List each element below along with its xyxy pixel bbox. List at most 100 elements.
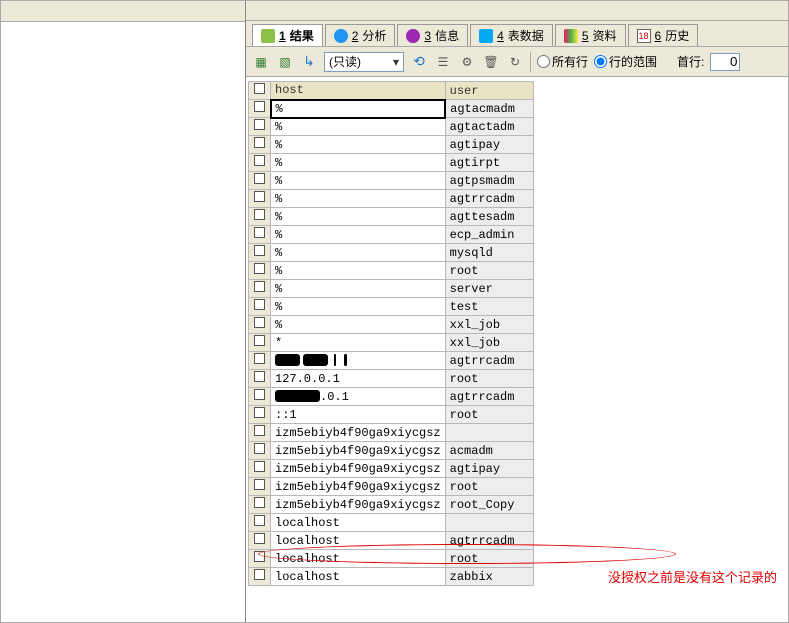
cell-user[interactable]: xxl_job [445,334,533,352]
cell-user[interactable]: agtrrcadm [445,388,533,406]
row-checkbox[interactable] [249,460,271,478]
cell-user[interactable]: mysqld [445,244,533,262]
row-checkbox[interactable] [249,568,271,586]
table-row[interactable]: localhostroot [249,550,534,568]
cell-host[interactable]: localhost [271,514,446,532]
tab-资料[interactable]: 5 资料 [555,24,626,46]
row-checkbox[interactable] [249,334,271,352]
row-checkbox[interactable] [249,532,271,550]
cell-user[interactable] [445,424,533,442]
table-row[interactable]: %agtacmadm [249,100,534,118]
table-row[interactable]: %root [249,262,534,280]
cell-host[interactable]: % [271,316,446,334]
cell-host[interactable]: izm5ebiyb4f90ga9xiycgsz [271,460,446,478]
cell-host[interactable]: * [271,334,446,352]
tab-表数据[interactable]: 4 表数据 [470,24,553,46]
cell-user[interactable]: agtirpt [445,154,533,172]
row-checkbox[interactable] [249,496,271,514]
table-row[interactable]: izm5ebiyb4f90ga9xiycgszroot_Copy [249,496,534,514]
column-header-user[interactable]: user [445,82,533,100]
row-checkbox[interactable] [249,208,271,226]
table-row[interactable]: localhostzabbix [249,568,534,586]
cell-host[interactable] [271,352,446,370]
cell-user[interactable]: zabbix [445,568,533,586]
table-row[interactable]: %agtirpt [249,154,534,172]
row-checkbox[interactable] [249,154,271,172]
row-checkbox[interactable] [249,514,271,532]
row-checkbox[interactable] [249,226,271,244]
table-row[interactable]: %agtpsmadm [249,172,534,190]
table-row[interactable]: 127.0.0.1root [249,370,534,388]
cell-host[interactable]: % [271,298,446,316]
table-row[interactable]: izm5ebiyb4f90ga9xiycgszagtipay [249,460,534,478]
cell-host[interactable]: % [271,280,446,298]
table-row[interactable]: .0.1agtrrcadm [249,388,534,406]
cell-user[interactable]: agtipay [445,460,533,478]
table-row[interactable]: localhost [249,514,534,532]
cell-host[interactable]: % [271,100,446,118]
radio-all-rows[interactable]: 所有行 [537,53,588,70]
row-checkbox[interactable] [249,118,271,136]
cell-host[interactable]: localhost [271,568,446,586]
table-row[interactable]: ::1root [249,406,534,424]
table-row[interactable]: izm5ebiyb4f90ga9xiycgszroot [249,478,534,496]
nav-prev-button[interactable]: ⟲ [410,53,428,71]
row-checkbox[interactable] [249,352,271,370]
row-checkbox[interactable] [249,406,271,424]
delete-button[interactable]: 🗑 [482,53,500,71]
row-checkbox[interactable] [249,190,271,208]
cell-host[interactable]: % [271,172,446,190]
row-checkbox[interactable] [249,442,271,460]
table-row[interactable]: %server [249,280,534,298]
column-header-host[interactable]: host [271,82,446,100]
export-button[interactable]: ↳ [300,53,318,71]
tab-信息[interactable]: 3 信息 [397,24,468,46]
cell-user[interactable]: root [445,262,533,280]
filter-button[interactable]: ☰ [434,53,452,71]
cell-host[interactable]: % [271,208,446,226]
row-checkbox[interactable] [249,550,271,568]
row-checkbox[interactable] [249,478,271,496]
cell-host[interactable]: % [271,154,446,172]
cell-user[interactable]: agtrrcadm [445,532,533,550]
cell-host[interactable]: % [271,136,446,154]
table-row[interactable]: %ecp_admin [249,226,534,244]
sort-button[interactable]: ⚙ [458,53,476,71]
row-checkbox[interactable] [249,424,271,442]
row-checkbox[interactable] [249,280,271,298]
cell-user[interactable]: root_Copy [445,496,533,514]
cell-user[interactable]: agtrrcadm [445,352,533,370]
table-row[interactable]: %mysqld [249,244,534,262]
tab-历史[interactable]: 186 历史 [628,24,699,46]
row-checkbox[interactable] [249,244,271,262]
cell-user[interactable]: agtacmadm [445,100,533,118]
duplicate-row-button[interactable]: ▧ [276,53,294,71]
cell-host[interactable]: izm5ebiyb4f90ga9xiycgsz [271,442,446,460]
cell-user[interactable]: agtactadm [445,118,533,136]
refresh-button[interactable]: ↻ [506,53,524,71]
row-checkbox[interactable] [249,262,271,280]
cell-user[interactable]: root [445,370,533,388]
cell-user[interactable]: agttesadm [445,208,533,226]
cell-host[interactable]: % [271,226,446,244]
cell-user[interactable]: agtrrcadm [445,190,533,208]
table-row[interactable]: %agtrrcadm [249,190,534,208]
cell-host[interactable]: % [271,262,446,280]
cell-user[interactable]: acmadm [445,442,533,460]
row-checkbox[interactable] [249,388,271,406]
cell-user[interactable]: ecp_admin [445,226,533,244]
first-row-input[interactable] [710,53,740,71]
cell-user[interactable]: root [445,406,533,424]
row-checkbox[interactable] [249,316,271,334]
tab-结果[interactable]: 1 结果 [252,24,323,46]
cell-host[interactable]: localhost [271,550,446,568]
cell-user[interactable]: server [445,280,533,298]
row-checkbox[interactable] [249,136,271,154]
row-checkbox[interactable] [249,298,271,316]
cell-host[interactable]: 127.0.0.1 [271,370,446,388]
add-row-button[interactable]: ▦ [252,53,270,71]
cell-user[interactable]: agtipay [445,136,533,154]
table-row[interactable]: izm5ebiyb4f90ga9xiycgszacmadm [249,442,534,460]
edit-mode-select[interactable]: (只读) [324,52,404,72]
table-row[interactable]: %agtactadm [249,118,534,136]
